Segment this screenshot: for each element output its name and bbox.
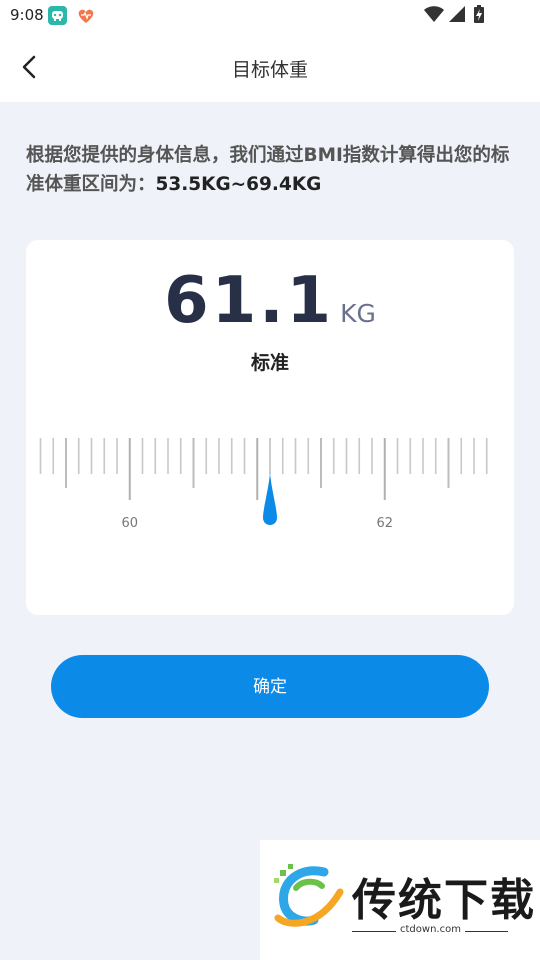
weight-range: 53.5KG~69.4KG — [155, 174, 322, 195]
confirm-button[interactable]: 确定 — [51, 655, 489, 718]
weight-value: 61.1 — [164, 264, 335, 338]
page-title: 目标体重 — [231, 59, 308, 81]
watermark-url: ctdown.com — [396, 924, 465, 935]
ruler-label: 62 — [376, 516, 393, 531]
app-header: 目标体重 — [0, 32, 540, 102]
signal-icon — [449, 6, 465, 22]
watermark-title: 传统下载 — [352, 875, 536, 926]
bmi-description: 根据您提供的身体信息，我们通过BMI指数计算得出您的标准体重区间为：53.5KG… — [26, 141, 518, 199]
app-icon — [48, 6, 67, 25]
weight-status: 标准 — [250, 352, 289, 374]
status-bar: 9:08 — [0, 0, 540, 32]
ctdown-logo — [274, 864, 344, 927]
ruler-indicator[interactable] — [263, 472, 277, 525]
weight-display: 61.1 KG — [26, 264, 514, 338]
weight-ruler[interactable]: 60 62 — [26, 426, 514, 546]
wifi-icon — [424, 6, 444, 22]
watermark: 传统下载 ctdown.com — [260, 840, 540, 960]
heart-app-icon — [76, 7, 96, 25]
weight-card: 61.1 KG 标准 60 62 — [26, 240, 514, 615]
battery-charging-icon — [474, 5, 484, 23]
status-time: 9:08 — [10, 6, 44, 24]
weight-unit: KG — [340, 299, 376, 328]
ruler-label: 60 — [121, 516, 138, 531]
